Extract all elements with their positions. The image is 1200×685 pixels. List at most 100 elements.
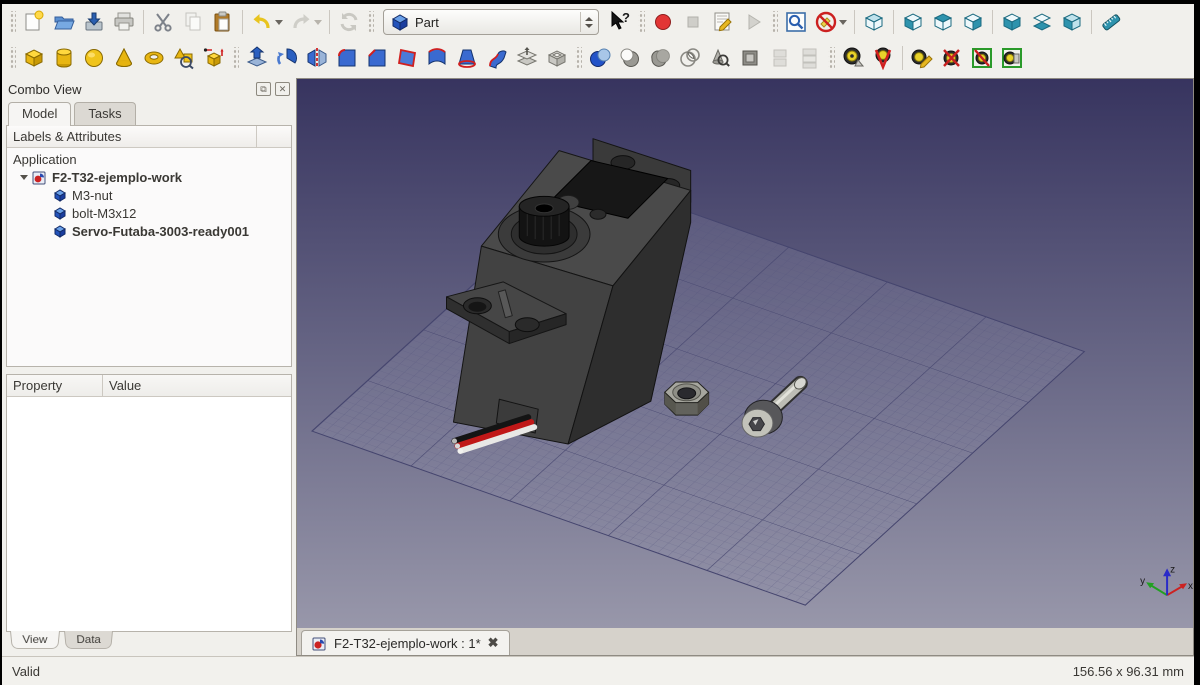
part-offset-icon[interactable] [512, 43, 542, 73]
expander-icon[interactable] [19, 172, 29, 182]
property-table-body[interactable] [7, 397, 291, 631]
toolbar-handle[interactable] [638, 11, 645, 33]
tab-data[interactable]: Data [64, 631, 113, 649]
tree-item-servo[interactable]: Servo-Futaba-3003-ready001 [7, 222, 291, 240]
panel-splitter[interactable] [4, 367, 294, 374]
part-compound-filter-icon[interactable] [795, 43, 825, 73]
copy-icon[interactable] [178, 7, 208, 37]
toolbar-handle[interactable] [575, 47, 582, 69]
status-bar: Valid 156.56 x 96.31 mm [2, 656, 1194, 685]
part-make-face-icon[interactable] [392, 43, 422, 73]
tree-item-bolt-m3x12[interactable]: bolt-M3x12 [7, 204, 291, 222]
part-shape-builder-icon[interactable] [199, 43, 229, 73]
property-column-header[interactable]: Property [7, 375, 103, 396]
document-tab-close-icon[interactable]: ✖ [488, 635, 499, 651]
view-right-icon[interactable] [958, 7, 988, 37]
whats-this-icon[interactable]: ? [605, 7, 635, 37]
macro-play-icon[interactable] [738, 7, 768, 37]
macro-record-icon[interactable] [648, 7, 678, 37]
tree-root-application[interactable]: Application [7, 150, 291, 168]
part-ruled-surface-icon[interactable] [422, 43, 452, 73]
part-intersection-icon[interactable] [675, 43, 705, 73]
new-document-icon[interactable] [19, 7, 49, 37]
part-compound-icon[interactable] [765, 43, 795, 73]
view-top-icon[interactable] [928, 7, 958, 37]
workbench-selected-label: Part [410, 15, 580, 30]
toolbar-handle[interactable] [9, 47, 16, 69]
part-chamfer-icon[interactable] [362, 43, 392, 73]
part-sweep-icon[interactable] [482, 43, 512, 73]
part-sphere-icon[interactable] [79, 43, 109, 73]
view-front-icon[interactable] [898, 7, 928, 37]
3d-scene[interactable]: z x y [297, 79, 1193, 628]
part-cube-icon [53, 206, 67, 220]
axis-z-label: z [1170, 564, 1175, 575]
part-box-icon[interactable] [19, 43, 49, 73]
part-mirror-icon[interactable] [302, 43, 332, 73]
m3-nut-model[interactable] [665, 382, 709, 415]
part-revolve-icon[interactable] [272, 43, 302, 73]
measure-angular-icon[interactable] [868, 43, 898, 73]
toolbar-handle[interactable] [9, 11, 16, 33]
macro-stop-icon[interactable] [678, 7, 708, 37]
toolbar-handle[interactable] [232, 47, 239, 69]
part-union-icon[interactable] [645, 43, 675, 73]
part-fillet-icon[interactable] [332, 43, 362, 73]
tab-tasks[interactable]: Tasks [74, 102, 135, 125]
part-workbench-icon [390, 12, 410, 32]
part-check-geometry-icon[interactable] [705, 43, 735, 73]
value-column-header[interactable]: Value [103, 375, 291, 396]
tab-model[interactable]: Model [8, 102, 71, 126]
tab-view[interactable]: View [10, 631, 60, 649]
svg-text:?: ? [622, 10, 630, 25]
tree-item-document[interactable]: F2-T32-ejemplo-work [7, 168, 291, 186]
tree-column-header[interactable]: Labels & Attributes [7, 126, 257, 147]
part-defeaturing-icon[interactable] [735, 43, 765, 73]
panel-float-icon[interactable]: ⧉ [256, 82, 271, 96]
document-tab[interactable]: F2-T32-ejemplo-work : 1* ✖ [301, 630, 510, 655]
part-cone-icon[interactable] [109, 43, 139, 73]
workbench-spinner[interactable] [580, 12, 596, 32]
measure-linear-icon[interactable] [838, 43, 868, 73]
panel-close-icon[interactable]: ✕ [275, 82, 290, 96]
draw-style-dropdown-icon[interactable] [839, 20, 847, 25]
draw-style-icon[interactable] [811, 7, 841, 37]
view-axonometric-icon[interactable] [859, 7, 889, 37]
macro-edit-icon[interactable] [708, 7, 738, 37]
measure-toggle-3d-icon[interactable] [967, 43, 997, 73]
undo-dropdown-icon[interactable] [275, 20, 283, 25]
part-loft-icon[interactable] [452, 43, 482, 73]
part-primitives-icon[interactable] [169, 43, 199, 73]
part-thickness-icon[interactable] [542, 43, 572, 73]
document-tab-bar: F2-T32-ejemplo-work : 1* ✖ [296, 628, 1194, 656]
undo-icon[interactable] [247, 7, 277, 37]
measure-refresh-icon[interactable] [907, 43, 937, 73]
measure-icon[interactable] [1096, 7, 1126, 37]
part-cut-icon[interactable] [615, 43, 645, 73]
measure-toggle-deltas-icon[interactable] [997, 43, 1027, 73]
open-document-icon[interactable] [49, 7, 79, 37]
3d-viewport[interactable]: z x y [296, 78, 1194, 628]
view-left-icon[interactable] [1057, 7, 1087, 37]
paste-icon[interactable] [208, 7, 238, 37]
redo-dropdown-icon[interactable] [314, 20, 322, 25]
redo-icon[interactable] [286, 7, 316, 37]
zoom-fit-all-icon[interactable] [781, 7, 811, 37]
tree-item-m3-nut[interactable]: M3-nut [7, 186, 291, 204]
view-rear-icon[interactable] [997, 7, 1027, 37]
part-cylinder-icon[interactable] [49, 43, 79, 73]
measure-toggle-all-icon[interactable] [937, 43, 967, 73]
part-extrude-icon[interactable] [242, 43, 272, 73]
print-icon[interactable] [109, 7, 139, 37]
part-torus-icon[interactable] [139, 43, 169, 73]
toolbar-handle[interactable] [828, 47, 835, 69]
toolbar-handle[interactable] [771, 11, 778, 33]
toolbar-handle[interactable] [367, 11, 374, 33]
part-cube-icon [53, 188, 67, 202]
workbench-selector[interactable]: Part [383, 9, 599, 35]
save-document-icon[interactable] [79, 7, 109, 37]
cut-icon[interactable] [148, 7, 178, 37]
view-bottom-icon[interactable] [1027, 7, 1057, 37]
part-boolean-icon[interactable] [585, 43, 615, 73]
refresh-icon[interactable] [334, 7, 364, 37]
